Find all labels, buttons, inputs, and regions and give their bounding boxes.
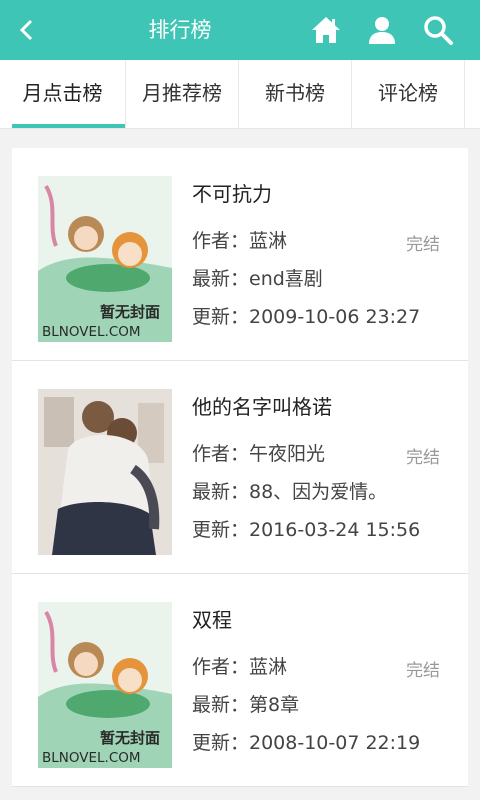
book-cover[interactable]: 暂无封面 BLNOVEL.COM [38, 176, 172, 342]
book-title[interactable]: 双程 [192, 604, 232, 633]
book-cover[interactable] [38, 389, 172, 555]
page-title: 排行榜 [148, 18, 212, 42]
svg-text:BLNOVEL.COM: BLNOVEL.COM [42, 324, 141, 340]
book-title[interactable]: 他的名字叫格诺 [192, 391, 332, 420]
user-icon [369, 17, 395, 44]
home-icon [312, 17, 340, 43]
status-badge: 完结 [406, 235, 440, 255]
book-author: 作者：蓝淋 [192, 230, 288, 252]
placeholder-cover-image: 暂无封面 BLNOVEL.COM [38, 602, 172, 768]
search-button[interactable] [420, 12, 456, 48]
placeholder-cover-image: 暂无封面 BLNOVEL.COM [38, 176, 172, 342]
book-list: 暂无封面 BLNOVEL.COM 不可抗力 作者：蓝淋 完结 最新：end喜剧 … [12, 148, 468, 787]
book-latest-chapter: 最新：end喜剧 [192, 268, 323, 290]
book-title[interactable]: 不可抗力 [192, 178, 272, 207]
book-updated-time: 更新：2008-10-07 22:19 [192, 732, 421, 754]
tab-comments[interactable]: 评论榜 [352, 60, 465, 128]
list-item[interactable]: 暂无封面 BLNOVEL.COM 不可抗力 作者：蓝淋 完结 最新：end喜剧 … [12, 148, 468, 361]
svg-text:暂无封面: 暂无封面 [100, 729, 160, 747]
ranking-tabs: 月点击榜 月推荐榜 新书榜 评论榜 [0, 60, 480, 129]
status-badge: 完结 [406, 661, 440, 681]
svg-text:暂无封面: 暂无封面 [100, 303, 160, 321]
book-updated-time: 更新：2009-10-06 23:27 [192, 306, 421, 328]
status-badge: 完结 [406, 448, 440, 468]
book-author: 作者：午夜阳光 [192, 443, 326, 465]
tab-monthly-clicks[interactable]: 月点击榜 [0, 60, 126, 128]
list-item[interactable]: 他的名字叫格诺 作者：午夜阳光 完结 最新：88、因为爱情。 更新：2016-0… [12, 361, 468, 574]
book-author: 作者：蓝淋 [192, 656, 288, 678]
tab-monthly-recommend[interactable]: 月推荐榜 [126, 60, 239, 128]
book-latest-chapter: 最新：第8章 [192, 694, 300, 716]
search-icon [424, 16, 453, 45]
book-updated-time: 更新：2016-03-24 15:56 [192, 519, 421, 541]
list-item[interactable]: 暂无封面 BLNOVEL.COM 双程 作者：蓝淋 完结 最新：第8章 更新：2… [12, 574, 468, 787]
book-cover-image [38, 389, 172, 555]
book-latest-chapter: 最新：88、因为爱情。 [192, 481, 388, 503]
svg-text:BLNOVEL.COM: BLNOVEL.COM [42, 750, 141, 766]
top-bar: 排行榜 [0, 0, 480, 60]
book-cover[interactable]: 暂无封面 BLNOVEL.COM [38, 602, 172, 768]
home-button[interactable] [308, 12, 344, 48]
tab-new-books[interactable]: 新书榜 [239, 60, 352, 128]
user-button[interactable] [364, 12, 400, 48]
